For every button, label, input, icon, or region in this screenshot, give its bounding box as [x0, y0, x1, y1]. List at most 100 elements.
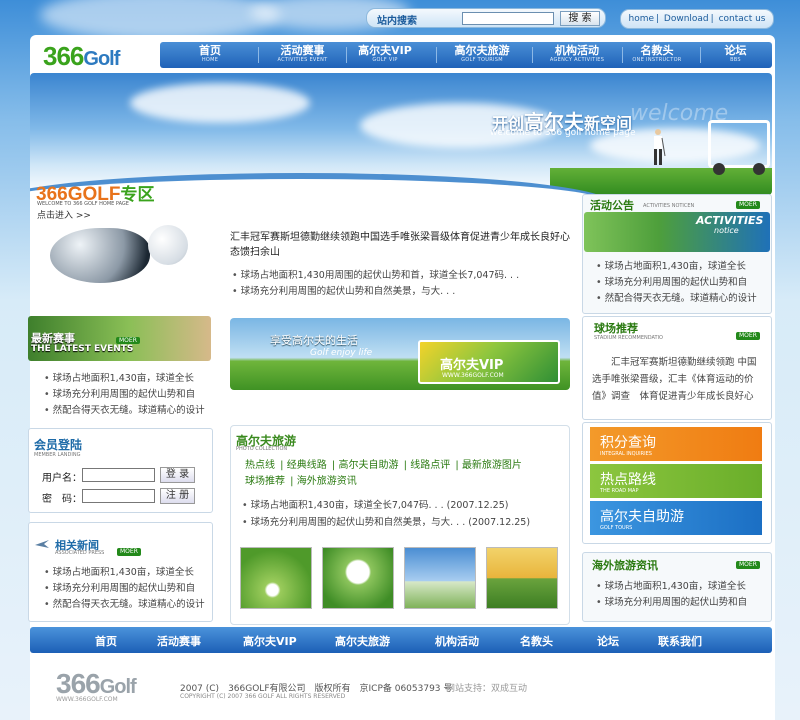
list-item[interactable]: 球场充分利用周围的起伏山势和自 [596, 275, 771, 291]
nav-item-bbs[interactable]: 论坛 BBS [708, 45, 763, 64]
list-item[interactable]: 球场占地面积1,430用周围的起伏山势和首，球道全长7,047码. . . [232, 268, 572, 284]
tour-link[interactable]: 经典线路 [287, 460, 327, 471]
password-label: 密 码： [42, 494, 82, 505]
golf-tours-button[interactable]: 高尔夫自助游 GOLF TOURS [590, 501, 762, 535]
nav-item-tourism[interactable]: 高尔夫旅游 GOLF TOURISM [442, 45, 522, 64]
thumbnail-tree[interactable] [404, 547, 476, 609]
password-field[interactable] [82, 489, 155, 503]
tour-link[interactable]: 高尔夫自助游 [338, 460, 398, 471]
hot-routes-button[interactable]: 热点路线 THE ROAD MAP [590, 464, 762, 498]
events-list: 球场占地面积1,430亩，球道全长 球场充分利用周围的起伏山势和自 然配合得天衣… [44, 371, 214, 419]
nav-item-agency[interactable]: 机构活动 AGENCY ACTIVITIES [537, 45, 617, 64]
nav-label: 高尔夫旅游 [454, 44, 510, 57]
list-item[interactable]: 球场占地面积1,430亩，球道全长 [596, 259, 771, 275]
list-item[interactable]: 球场充分利用周围的起伏山势和自然美景，与大. . . [232, 284, 572, 300]
thumbnail-golfer[interactable] [486, 547, 558, 609]
golf-zone[interactable]: 366GOLF专区 WELCOME TO 366 GOLF HOME PAGE … [30, 180, 215, 310]
logo-number: 366 [43, 41, 84, 71]
points-query-button[interactable]: 积分查询 INTEGRAL INQUIRIES [590, 427, 762, 461]
list-item[interactable]: 然配合得天衣无缝。球道精心的设计 [44, 597, 214, 613]
nav-item-events[interactable]: 活动赛事 ACTIVITIES EVENT [265, 45, 340, 64]
nav-sublabel: GOLF VIP [372, 57, 398, 63]
logo-word: Golf [83, 48, 120, 70]
list-item[interactable]: 然配合得天衣无缝。球道精心的设计 [596, 291, 771, 307]
download-link[interactable]: Download [662, 14, 711, 24]
list-item[interactable]: 球场充分利用周围的起伏山势和自然美景，与大. . . (2007.12.25) [242, 514, 562, 531]
nav-label: 高尔夫VIP [358, 44, 412, 57]
golf-driver-image [50, 228, 150, 283]
headline-news[interactable]: 汇丰冠军赛斯坦德勤继续领跑中国选手唯张梁晋级体育促进青少年成长良好心态馈扫余山 [230, 230, 570, 260]
activity-banner[interactable]: ACTIVITIES notice [584, 212, 770, 252]
news-list: 球场占地面积1,430用周围的起伏山势和首，球道全长7,047码. . . 球场… [232, 268, 572, 300]
tour-link[interactable]: 线路点评 [410, 460, 450, 471]
list-item[interactable]: 球场占地面积1,430亩，球道全长 [44, 371, 214, 387]
login-subtitle: MEMBER LANDING [34, 452, 81, 458]
thumbnail-glove[interactable] [322, 547, 394, 609]
footer-logo-word: Golf [99, 676, 137, 698]
nav-item-home[interactable]: 首页 HOME [180, 45, 240, 64]
overseas-title: 海外旅游资讯 [592, 559, 658, 572]
stadium-subtitle: STADIUM RECOMMENDATIO [594, 335, 663, 341]
tour-link[interactable]: 热点线 [245, 460, 275, 471]
tour-subtitle: PHOTO COLLECTION [236, 446, 288, 452]
site-logo[interactable]: 366Golf [43, 41, 148, 71]
footer-nav-instructor[interactable]: 名教头 [520, 633, 553, 649]
home-link[interactable]: home [626, 14, 656, 24]
related-subtitle: ASSOCIATED PRESS [55, 550, 105, 556]
points-query-label: 积分查询 [600, 435, 656, 451]
footer-nav: 首页 活动赛事 高尔夫VIP 高尔夫旅游 机构活动 名教头 论坛 联系我们 [30, 627, 772, 653]
hot-routes-sublabel: THE ROAD MAP [600, 488, 639, 494]
search-input[interactable] [462, 12, 554, 25]
login-button[interactable]: 登 录 [160, 467, 195, 483]
nav-label: 首页 [199, 44, 221, 57]
username-field[interactable] [82, 468, 155, 482]
tour-link[interactable]: 海外旅游资讯 [297, 476, 357, 487]
hot-routes-label: 热点路线 [600, 472, 656, 488]
overseas-more-button[interactable]: MOER [736, 561, 760, 569]
nav-label: 论坛 [724, 44, 747, 57]
list-item[interactable]: 球场占地面积1,430亩，球道全长7,047码. . . (2007.12.25… [242, 497, 562, 514]
search-button[interactable]: 搜 索 [560, 11, 600, 26]
footer-nav-contact[interactable]: 联系我们 [658, 633, 702, 649]
list-item[interactable]: 球场占地面积1,430亩，球道全长 [596, 579, 771, 595]
list-item[interactable]: 球场充分利用周围的起伏山势和自 [44, 581, 214, 597]
footer-nav-home[interactable]: 首页 [95, 633, 117, 649]
footer-nav-agency[interactable]: 机构活动 [435, 633, 479, 649]
stadium-text[interactable]: 汇丰冠军赛斯坦德勤继续领跑 中国选手唯张梁晋级，汇丰《体育运动的价值》调查 体育… [592, 354, 762, 405]
tour-links: 热点线 | 经典线路 | 高尔夫自助游 | 线路点评 | 最新旅游图片 球场推荐… [245, 460, 522, 487]
list-item[interactable]: 然配合得天衣无缝。球道精心的设计 [44, 403, 214, 419]
username-label: 用户名： [42, 473, 82, 484]
zone-enter-link[interactable]: 点击进入 >> [37, 208, 91, 221]
nav-item-vip[interactable]: 高尔夫VIP GOLF VIP [350, 45, 420, 64]
events-title-en: THE LATEST EVENTS [31, 344, 134, 354]
footer-nav-tourism[interactable]: 高尔夫旅游 [335, 633, 390, 649]
list-item[interactable]: 球场充分利用周围的起伏山势和自 [596, 595, 771, 611]
tour-link[interactable]: 球场推荐 [245, 476, 285, 487]
tour-link[interactable]: 最新旅游图片 [462, 460, 522, 471]
footer-nav-bbs[interactable]: 论坛 [597, 633, 619, 649]
thumbnail-golf-ball[interactable] [240, 547, 312, 609]
golf-ball-image [148, 225, 188, 265]
register-button[interactable]: 注 册 [160, 488, 195, 504]
activity-list: 球场占地面积1,430亩，球道全长 球场充分利用周围的起伏山势和自 然配合得天衣… [596, 259, 771, 307]
nav-item-instructor[interactable]: 名教头 ONE INSTRUCTOR [622, 45, 692, 64]
top-strip: 站内搜索 搜 索 home | Download | contact us [0, 0, 800, 35]
contact-link[interactable]: contact us [717, 14, 768, 24]
activity-banner-note: notice [714, 226, 739, 235]
events-more-button[interactable]: MOER [116, 337, 140, 344]
golfer-figure [654, 129, 666, 165]
vip-card[interactable]: 高尔夫VIP WWW.366GOLF.COM [418, 340, 560, 384]
related-more-button[interactable]: MOER [117, 548, 141, 556]
footer-nav-events[interactable]: 活动赛事 [157, 633, 201, 649]
footer-nav-vip[interactable]: 高尔夫VIP [243, 633, 297, 649]
list-item[interactable]: 球场充分利用周围的起伏山势和自 [44, 387, 214, 403]
vip-card-title: 高尔夫VIP [440, 358, 504, 373]
list-item[interactable]: 球场占地面积1,430亩，球道全长 [44, 565, 214, 581]
stadium-more-button[interactable]: MOER [736, 332, 760, 340]
activity-more-button[interactable]: MOER [736, 201, 760, 209]
banner-cloud [130, 83, 310, 123]
main-nav: 首页 HOME 活动赛事 ACTIVITIES EVENT 高尔夫VIP GOLF V… [160, 42, 772, 68]
latest-events-banner[interactable]: 最新赛事 THE LATEST EVENTS MOER [28, 316, 211, 361]
banner-subtitle: welcome to 366 golf home page [490, 128, 636, 138]
enjoy-life-banner[interactable]: 享受高尔夫的生活 Golf enjoy life 高尔夫VIP WWW.366G… [230, 318, 570, 390]
